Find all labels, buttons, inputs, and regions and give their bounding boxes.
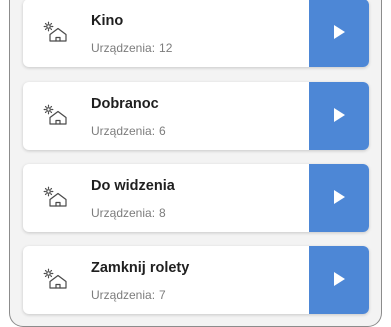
scene-device-count: Urządzenia: 6: [91, 124, 166, 138]
device-count-label: Urządzenia:: [91, 288, 156, 302]
scene-card[interactable]: Do widzenia Urządzenia: 8: [23, 164, 369, 232]
play-icon: [332, 189, 346, 208]
run-scene-button[interactable]: [309, 82, 369, 150]
scene-house-icon: [43, 267, 69, 293]
play-icon: [332, 24, 346, 43]
scene-device-count: Urządzenia: 12: [91, 41, 172, 55]
scene-name: Dobranoc: [91, 96, 159, 112]
scene-house-icon: [43, 185, 69, 211]
scene-name: Kino: [91, 13, 124, 29]
run-scene-button[interactable]: [309, 164, 369, 232]
device-count-label: Urządzenia:: [91, 206, 156, 220]
scene-card[interactable]: Kino Urządzenia: 12: [23, 0, 369, 67]
scene-house-icon: [43, 103, 69, 129]
scene-card[interactable]: Zamknij rolety Urządzenia: 7: [23, 246, 369, 314]
scene-name: Zamknij rolety: [91, 260, 190, 276]
scene-device-count: Urządzenia: 8: [91, 206, 166, 220]
device-count-value: 6: [159, 124, 166, 138]
scene-name: Do widzenia: [91, 178, 175, 194]
scene-card[interactable]: Dobranoc Urządzenia: 6: [23, 82, 369, 150]
run-scene-button[interactable]: [309, 246, 369, 314]
device-count-label: Urządzenia:: [91, 41, 156, 55]
scene-house-icon: [43, 20, 69, 46]
device-count-value: 7: [159, 288, 166, 302]
scene-list-panel: Kino Urządzenia: 12 Dobranoc Urządzenia: 6: [9, 0, 382, 327]
device-count-value: 8: [159, 206, 166, 220]
play-icon: [332, 107, 346, 126]
run-scene-button[interactable]: [309, 0, 369, 67]
scene-device-count: Urządzenia: 7: [91, 288, 166, 302]
play-icon: [332, 271, 346, 290]
device-count-value: 12: [159, 41, 173, 55]
device-count-label: Urządzenia:: [91, 124, 156, 138]
